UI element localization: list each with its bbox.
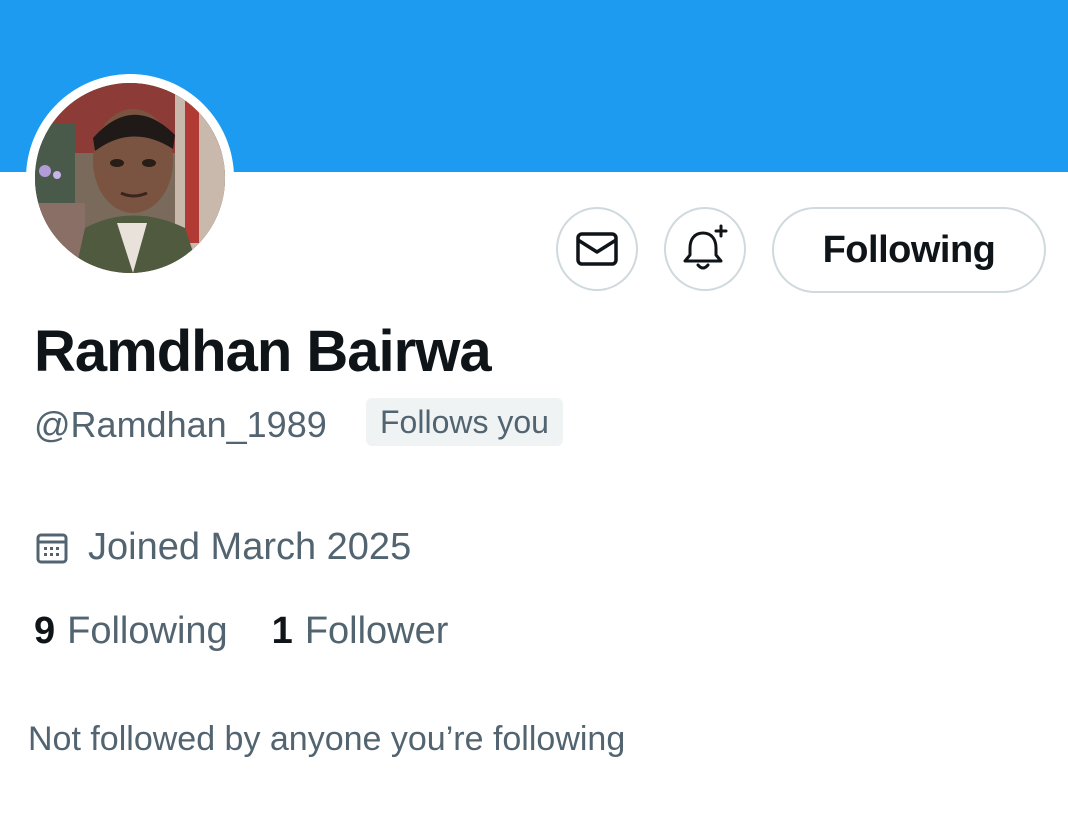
followers-stat-link[interactable]: 1 Follower [272,610,449,653]
calendar-icon [36,531,68,565]
notifications-button[interactable] [664,207,746,291]
following-count: 9 [34,610,56,652]
message-button[interactable] [556,207,638,291]
following-label: Following [67,610,228,652]
joined-text: Joined March 2025 [88,526,412,568]
mutual-followers-text: Not followed by anyone you’re following [28,720,626,758]
avatar[interactable] [35,83,225,273]
profile-handle: @Ramdhan_1989 [34,404,327,445]
follows-you-badge: Follows you [366,398,563,446]
follower-label: Follower [304,610,449,652]
follower-count: 1 [271,610,293,652]
profile-stats: 9 Following 1 Follower [34,610,448,653]
joined-date: Joined March 2025 [36,526,411,569]
profile-page: Following Ramdhan Bairwa @Ramdhan_1989 F… [0,0,1068,821]
profile-display-name: Ramdhan Bairwa [34,319,492,384]
following-button[interactable]: Following [772,207,1046,293]
bell-plus-icon [683,224,728,270]
avatar-ring [26,74,234,282]
avatar-photo [35,83,225,273]
following-stat-link[interactable]: 9 Following [34,610,228,653]
envelope-icon [576,232,618,266]
